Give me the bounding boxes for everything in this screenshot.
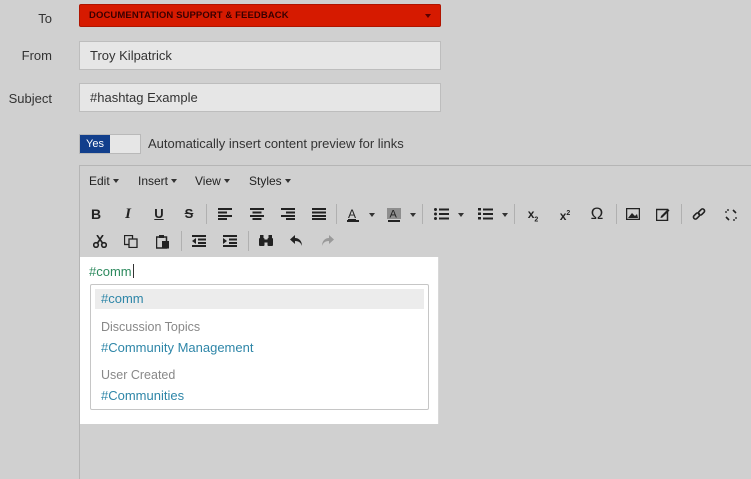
numbered-list-icon[interactable] [474, 203, 496, 225]
toolbar-separator [681, 204, 682, 224]
toolbar-separator [422, 204, 423, 224]
superscript-icon[interactable]: x2 [554, 203, 576, 225]
subscript-icon[interactable]: x2 [522, 203, 544, 225]
menu-view[interactable]: View [195, 174, 230, 188]
autocomplete-group-heading: User Created [101, 368, 176, 382]
content-preview-toggle[interactable]: Yes [79, 134, 141, 154]
autocomplete-item-communities[interactable]: #Communities [101, 388, 184, 403]
strikethrough-icon[interactable]: S [179, 203, 199, 225]
menu-styles-label: Styles [249, 174, 282, 188]
from-label: From [21, 48, 52, 63]
subject-field-value: #hashtag Example [90, 90, 198, 105]
subject-field[interactable]: #hashtag Example [79, 83, 441, 112]
toggle-on-label: Yes [80, 135, 110, 153]
autocomplete-group-heading: Discussion Topics [101, 320, 201, 334]
chevron-down-icon [425, 14, 431, 18]
from-field[interactable]: Troy Kilpatrick [79, 41, 441, 70]
hashtag-autocomplete: #comm Discussion Topics #Community Manag… [90, 284, 429, 410]
autocomplete-item-community-management[interactable]: #Community Management [101, 340, 253, 355]
svg-text:A: A [390, 209, 398, 221]
edit-icon[interactable] [652, 203, 674, 225]
typed-hashtag: #comm [89, 264, 134, 279]
toolbar-separator [514, 204, 515, 224]
subject-label: Subject [8, 91, 52, 106]
image-icon[interactable] [622, 203, 644, 225]
align-left-icon[interactable] [214, 203, 236, 225]
toolbar-separator [206, 204, 207, 224]
toggle-description: Automatically insert content preview for… [148, 136, 404, 151]
editor-content-area[interactable]: #comm #comm Discussion Topics #Community… [80, 257, 439, 424]
underline-icon[interactable]: U [149, 203, 169, 225]
redo-icon[interactable] [316, 230, 338, 252]
copy-icon[interactable] [120, 230, 142, 252]
chevron-down-icon[interactable] [369, 213, 375, 217]
paste-icon[interactable] [152, 230, 174, 252]
toolbar-separator [248, 231, 249, 251]
chevron-down-icon[interactable] [458, 213, 464, 217]
svg-text:A: A [348, 208, 356, 221]
text-color-icon[interactable]: A [342, 203, 364, 225]
italic-icon[interactable]: I [118, 203, 138, 225]
typed-hashtag-text: #comm [89, 264, 132, 279]
text-cursor [132, 264, 134, 278]
chevron-down-icon [112, 179, 119, 183]
align-center-icon[interactable] [246, 203, 268, 225]
indent-icon[interactable] [219, 230, 241, 252]
cut-icon[interactable] [89, 230, 111, 252]
find-icon[interactable] [255, 230, 277, 252]
chevron-down-icon [223, 179, 230, 183]
autocomplete-selected-item[interactable]: #comm [95, 289, 424, 309]
menu-insert[interactable]: Insert [138, 174, 178, 188]
toolbar-separator [616, 204, 617, 224]
menu-edit[interactable]: Edit [89, 174, 119, 188]
chevron-down-icon [284, 179, 291, 183]
toolbar-separator [336, 204, 337, 224]
to-select-value: DOCUMENTATION SUPPORT & FEEDBACK [89, 10, 289, 21]
unlink-icon[interactable] [720, 203, 742, 225]
link-icon[interactable] [688, 203, 710, 225]
chevron-down-icon[interactable] [502, 213, 508, 217]
bold-icon[interactable]: B [86, 203, 106, 225]
to-select[interactable]: DOCUMENTATION SUPPORT & FEEDBACK [79, 4, 441, 27]
omega-icon[interactable]: Ω [585, 203, 609, 225]
background-color-icon[interactable]: A [383, 203, 405, 225]
toolbar-separator [181, 231, 182, 251]
bullet-list-icon[interactable] [430, 203, 452, 225]
rich-text-editor: Edit Insert View Styles B I U S A A x2 x… [79, 165, 751, 479]
outdent-icon[interactable] [188, 230, 210, 252]
from-field-value: Troy Kilpatrick [90, 48, 172, 63]
chevron-down-icon [171, 179, 178, 183]
menu-styles[interactable]: Styles [249, 174, 291, 188]
editor-menubar: Edit Insert View Styles [80, 166, 751, 196]
undo-icon[interactable] [286, 230, 308, 252]
menu-insert-label: Insert [138, 174, 169, 188]
chevron-down-icon[interactable] [410, 213, 416, 217]
menu-view-label: View [195, 174, 221, 188]
to-label: To [38, 11, 52, 26]
menu-edit-label: Edit [89, 174, 110, 188]
align-right-icon[interactable] [277, 203, 299, 225]
align-justify-icon[interactable] [308, 203, 330, 225]
